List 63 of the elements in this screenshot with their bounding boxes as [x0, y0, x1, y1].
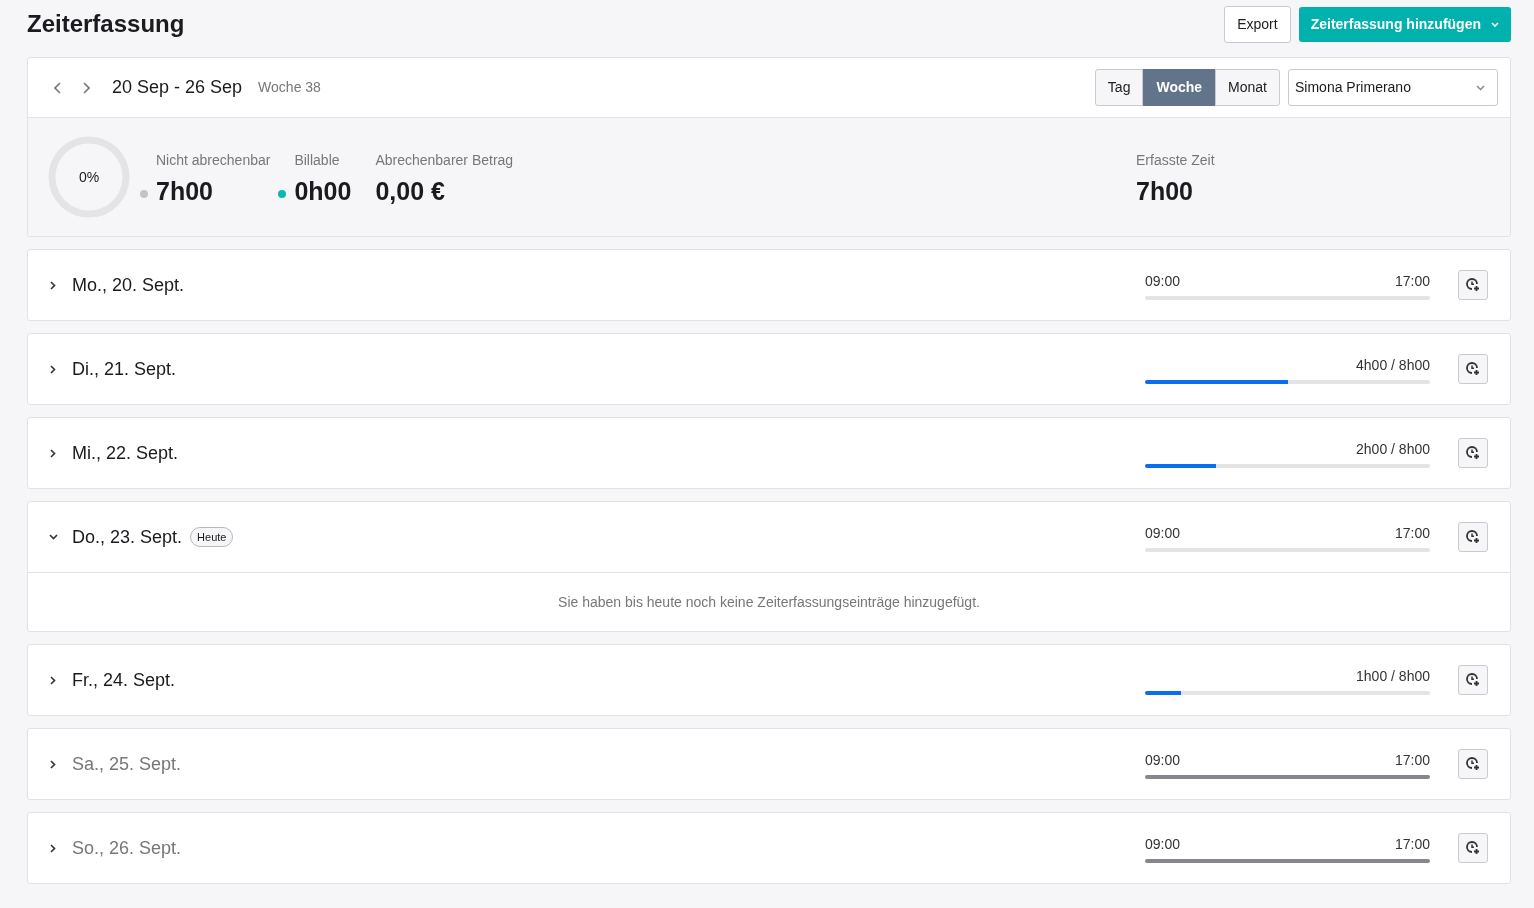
- stat-value: 7h00: [156, 179, 213, 204]
- chevron-right-icon: [50, 448, 56, 458]
- start-time: 09:00: [1145, 523, 1181, 543]
- view-tab[interactable]: Monat: [1215, 69, 1280, 106]
- day-label: So., 26. Sept.: [72, 836, 182, 860]
- clock-plus-icon: [1466, 673, 1480, 687]
- expand-toggle[interactable]: [46, 534, 60, 540]
- hours-reading: 1h00 / 8h00: [1356, 666, 1430, 686]
- add-time-button[interactable]: [1458, 270, 1488, 300]
- day-label: Do., 23. Sept.: [72, 525, 183, 549]
- export-button[interactable]: Export: [1224, 6, 1291, 43]
- chevron-right-icon: [50, 675, 56, 685]
- chevron-right-icon: [50, 364, 56, 374]
- chevron-right-icon: [50, 280, 56, 290]
- week-number: Woche 38: [258, 78, 321, 97]
- day-label: Sa., 25. Sept.: [72, 752, 182, 776]
- stat-label: Nicht abrechenbar: [156, 151, 271, 170]
- add-time-button[interactable]: [1458, 522, 1488, 552]
- add-time-button[interactable]: [1458, 749, 1488, 779]
- end-time: 17:00: [1394, 523, 1430, 543]
- stat-value: 7h00: [1136, 179, 1194, 204]
- day-label: Mi., 22. Sept.: [72, 441, 179, 465]
- clock-plus-icon: [1466, 362, 1480, 376]
- user-select[interactable]: Simona Primerano: [1288, 69, 1498, 106]
- hours-reading: 4h00 / 8h00: [1356, 355, 1430, 375]
- end-time: 17:00: [1394, 271, 1430, 291]
- stat-value: 0h00: [294, 179, 352, 204]
- today-badge: Heute: [190, 526, 234, 548]
- stat-value: 0,00 €: [375, 179, 445, 204]
- start-time: 09:00: [1145, 834, 1181, 854]
- add-time-button[interactable]: [1458, 438, 1488, 468]
- view-tab[interactable]: Woche: [1143, 69, 1216, 106]
- donut-label: 0%: [78, 167, 100, 187]
- clock-plus-icon: [1466, 446, 1480, 460]
- clock-plus-icon: [1466, 278, 1480, 292]
- page-title: Zeiterfassung: [27, 10, 185, 39]
- start-time: 09:00: [1145, 271, 1181, 291]
- stat-label: Billable: [294, 151, 341, 170]
- stat-label: Abrechenbarer Betrag: [375, 151, 514, 170]
- stat-label: Erfasste Zeit: [1136, 151, 1216, 170]
- end-time: 17:00: [1394, 750, 1430, 770]
- chevron-right-icon: [50, 843, 56, 853]
- chevron-left-icon: [54, 82, 62, 95]
- chevron-right-icon: [82, 82, 90, 95]
- view-tab[interactable]: Tag: [1094, 69, 1144, 106]
- chevron-right-icon: [50, 759, 56, 769]
- empty-message: Sie haben bis heute noch keine Zeiterfassungseinträge hinzugefügt.: [558, 592, 980, 612]
- end-time: 17:00: [1394, 834, 1430, 854]
- add-time-button[interactable]: [1458, 665, 1488, 695]
- clock-plus-icon: [1466, 841, 1480, 855]
- caret-icon: [1476, 84, 1485, 91]
- day-label: Mo., 20. Sept.: [72, 273, 185, 297]
- chevron-down-icon: [48, 534, 58, 540]
- date-range: 20 Sep - 26 Sep: [112, 76, 243, 99]
- day-label: Di., 21. Sept.: [72, 357, 177, 381]
- hours-reading: 2h00 / 8h00: [1356, 439, 1430, 459]
- clock-plus-icon: [1466, 530, 1480, 544]
- add-time-button[interactable]: [1458, 833, 1488, 863]
- caret-icon: [1491, 21, 1499, 28]
- start-time: 09:00: [1145, 750, 1181, 770]
- add-time-button[interactable]: [1458, 354, 1488, 384]
- day-label: Fr., 24. Sept.: [72, 668, 176, 692]
- clock-plus-icon: [1466, 757, 1480, 771]
